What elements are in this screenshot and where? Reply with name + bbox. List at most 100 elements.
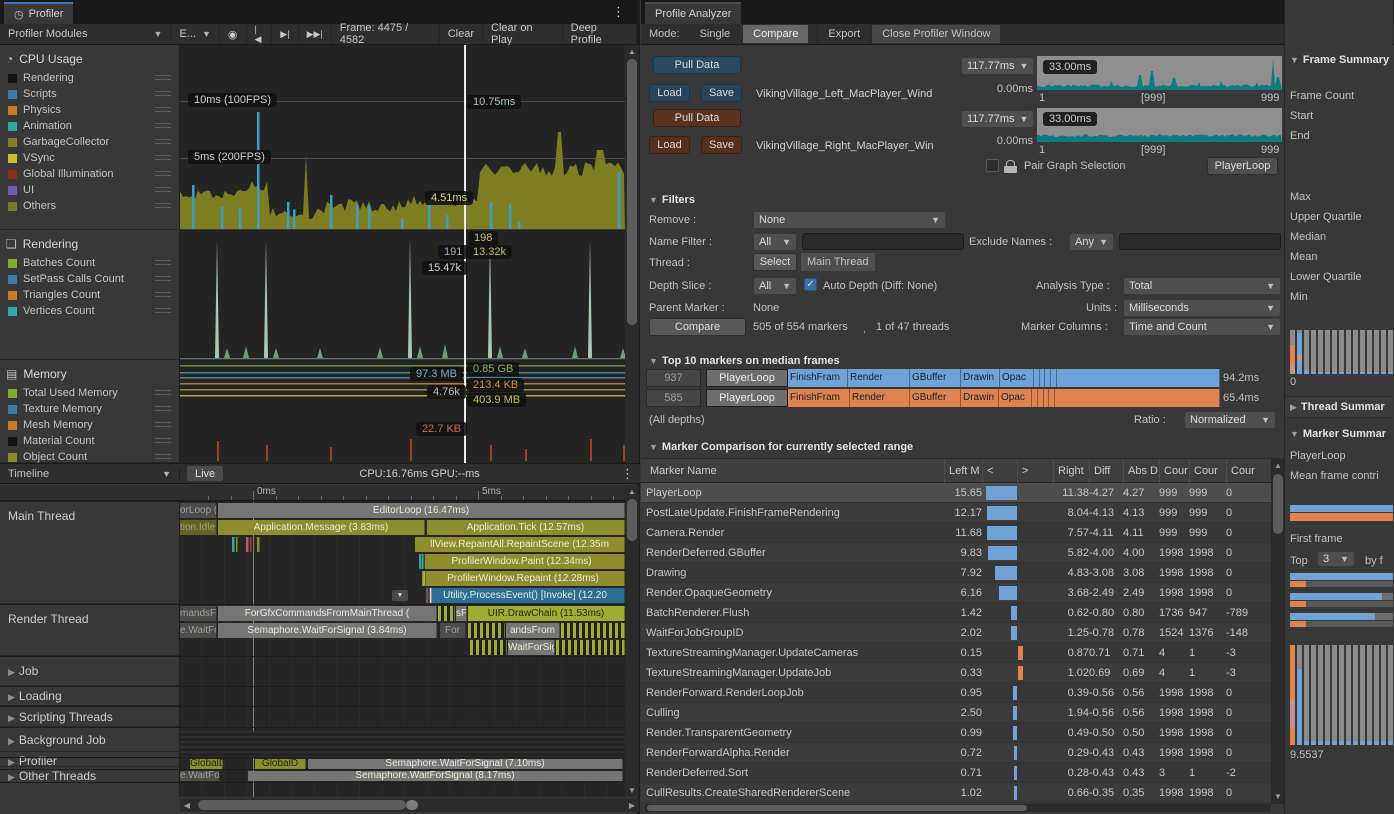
drag-handle-icon[interactable] bbox=[155, 123, 171, 128]
timeline-marker-bar[interactable]: Semaphore.WaitForSignal (8.17ms) bbox=[248, 771, 623, 781]
table-row[interactable]: Render.OpaqueGeometry6.163.68-2.492.4919… bbox=[641, 583, 1271, 603]
timeline-marker-bar[interactable]: tion.Idle (1 bbox=[180, 520, 217, 535]
table-row[interactable]: Culling2.501.94-0.560.56199819980 bbox=[641, 703, 1271, 723]
load-right-button[interactable]: Load bbox=[649, 136, 690, 154]
module-header[interactable]: ▤Memory bbox=[0, 360, 179, 385]
table-row[interactable]: PlayerLoop15.6511.38-4.274.279999990 bbox=[641, 483, 1271, 503]
drag-handle-icon[interactable] bbox=[155, 292, 171, 297]
legend-item[interactable]: Triangles Count bbox=[0, 287, 179, 303]
drag-handle-icon[interactable] bbox=[155, 187, 171, 192]
timeline-marker-bar[interactable] bbox=[427, 588, 429, 603]
scroll-right-icon[interactable]: ▶ bbox=[625, 801, 639, 810]
timeline-marker-bar[interactable]: GlobalD bbox=[255, 759, 306, 769]
ratio-dropdown[interactable]: Normalized▼ bbox=[1184, 411, 1276, 429]
timeline-marker-bar[interactable] bbox=[561, 623, 625, 638]
top10-segment[interactable]: GBuffer bbox=[910, 389, 961, 407]
target-dropdown[interactable]: E...▼ bbox=[171, 24, 219, 44]
timeline-marker-bar[interactable] bbox=[423, 571, 426, 586]
dataset-left-max-dropdown[interactable]: 117.77ms▼ bbox=[961, 57, 1034, 75]
drag-handle-icon[interactable] bbox=[155, 454, 171, 459]
timeline-marker-bar[interactable] bbox=[423, 554, 425, 569]
scroll-left-icon[interactable]: ◀ bbox=[180, 801, 194, 810]
drag-handle-icon[interactable] bbox=[155, 260, 171, 265]
table-row[interactable]: CullResults.CreateSharedRendererScene1.0… bbox=[641, 783, 1271, 803]
fold-arrow-icon[interactable]: ▶ bbox=[8, 736, 15, 746]
table-row[interactable]: RenderDeferred.Sort0.710.28-0.430.4331-2 bbox=[641, 763, 1271, 783]
profiler-charts[interactable]: 10ms (100FPS) 5ms (200FPS) 10.75ms4.51ms… bbox=[180, 45, 625, 463]
charts-scrollbar-thumb[interactable] bbox=[627, 59, 637, 325]
legend-item[interactable]: GarbageCollector bbox=[0, 134, 179, 150]
column-header-7[interactable]: Cour bbox=[1159, 459, 1189, 483]
rendering-chart[interactable]: 19819113.32k15.47k bbox=[180, 231, 625, 360]
legend-item[interactable]: Vertices Count bbox=[0, 303, 179, 319]
scroll-down-icon[interactable]: ▼ bbox=[625, 786, 639, 795]
playerloop-selection-button[interactable]: PlayerLoop bbox=[1207, 157, 1278, 175]
column-header-9[interactable]: Cour bbox=[1226, 459, 1263, 483]
timeline-area[interactable]: 0ms5ms orLoop (1.6EditorLoop (16.47ms)ti… bbox=[0, 485, 625, 797]
save-left-button[interactable]: Save bbox=[701, 84, 742, 102]
scroll-up-icon[interactable]: ▲ bbox=[625, 487, 639, 496]
legend-item[interactable]: Scripts bbox=[0, 86, 179, 102]
table-row[interactable]: RenderDeferred.GBuffer9.835.82-4.004.001… bbox=[641, 543, 1271, 563]
live-button[interactable]: Live bbox=[186, 465, 224, 482]
legend-item[interactable]: Global Illumination bbox=[0, 166, 179, 182]
drag-handle-icon[interactable] bbox=[155, 75, 171, 80]
thread-row-profiler[interactable]: ▶Profiler bbox=[0, 752, 179, 767]
drag-handle-icon[interactable] bbox=[155, 203, 171, 208]
marker-table-hscrollbar-thumb[interactable] bbox=[647, 805, 1027, 811]
name-filter-dropdown[interactable]: All▼ bbox=[753, 233, 797, 251]
mode-single-button[interactable]: Single bbox=[688, 24, 743, 44]
dataset-right-max-dropdown[interactable]: 117.77ms▼ bbox=[961, 110, 1034, 128]
timeline-marker-bar[interactable]: ForGfxCommandsFromMainThread ( bbox=[218, 606, 437, 621]
timeline-marker-bar[interactable]: e.WaitForSigna bbox=[180, 623, 217, 638]
close-profiler-window-button[interactable]: Close Profiler Window bbox=[871, 24, 1001, 44]
record-button[interactable]: ◉ bbox=[220, 24, 247, 44]
pair-graph-checkbox[interactable] bbox=[986, 159, 999, 172]
timeline-ruler[interactable]: 0ms5ms bbox=[0, 485, 625, 501]
timeline-marker-bar[interactable]: Semaphore.WaitForSignal (7.10ms) bbox=[308, 759, 623, 769]
table-row[interactable]: TextureStreamingManager.UpdateCameras0.1… bbox=[641, 643, 1271, 663]
timeline-marker-bar[interactable] bbox=[419, 554, 422, 569]
column-header-4[interactable]: Right bbox=[1053, 459, 1089, 483]
top10-segment[interactable]: Render bbox=[848, 369, 910, 387]
pull-data-right-button[interactable]: Pull Data bbox=[653, 109, 741, 127]
auto-depth-checkbox[interactable]: ✓ bbox=[804, 278, 817, 291]
drag-handle-icon[interactable] bbox=[155, 308, 171, 313]
legend-item[interactable]: Texture Memory bbox=[0, 401, 179, 417]
thread-summary-header[interactable]: ▶Thread Summar bbox=[1285, 396, 1393, 418]
top-n-dropdown[interactable]: 3▼ bbox=[1317, 551, 1355, 567]
top10-segment[interactable]: Render bbox=[850, 389, 910, 407]
top10-playerloop-box[interactable]: PlayerLoop bbox=[706, 369, 788, 387]
drag-handle-icon[interactable] bbox=[155, 139, 171, 144]
module-header[interactable]: ❏Rendering bbox=[0, 230, 179, 255]
drag-handle-icon[interactable] bbox=[155, 155, 171, 160]
analysis-type-dropdown[interactable]: Total▼ bbox=[1123, 277, 1281, 295]
timeline-marker-bar[interactable]: llView.RepaintAll.RepaintScene (12.35m bbox=[415, 537, 625, 552]
scroll-up-icon[interactable]: ▲ bbox=[1271, 461, 1285, 470]
timeline-marker-bar[interactable] bbox=[246, 537, 249, 552]
top10-segment[interactable]: GBuffer bbox=[910, 369, 961, 387]
timeline-marker-bar[interactable] bbox=[556, 640, 625, 655]
timeline-marker-bar[interactable] bbox=[236, 537, 238, 552]
thread-row-render-thread[interactable]: Render Thread bbox=[0, 604, 179, 656]
timeline-hscrollbar-cap[interactable] bbox=[406, 800, 418, 810]
timeline-marker-bar[interactable]: sF bbox=[456, 606, 467, 621]
column-header-2[interactable]: < bbox=[982, 459, 1017, 483]
load-left-button[interactable]: Load bbox=[649, 84, 690, 102]
top10-segment[interactable]: FinishFram bbox=[788, 389, 850, 407]
scroll-down-icon[interactable]: ▼ bbox=[1271, 792, 1285, 801]
top10-segment[interactable] bbox=[1055, 389, 1220, 407]
last-frame-button[interactable]: ▶▶| bbox=[299, 24, 332, 44]
timeline-marker-bar[interactable]: WaitForSig bbox=[508, 640, 555, 655]
table-row[interactable]: PostLateUpdate.FinishFrameRendering12.17… bbox=[641, 503, 1271, 523]
timeline-hscrollbar[interactable]: ◀ ▶ bbox=[180, 798, 639, 812]
thread-row-background-job[interactable]: ▶Background Job bbox=[0, 727, 179, 752]
table-row[interactable]: Camera.Render11.687.57-4.114.119999990 bbox=[641, 523, 1271, 543]
pull-data-left-button[interactable]: Pull Data bbox=[653, 56, 741, 74]
charts-scrollbar[interactable]: ▲ bbox=[625, 45, 639, 463]
timeline-marker-bar[interactable]: e.WaitForSigna bbox=[180, 771, 220, 781]
top10-segment[interactable]: Opac bbox=[999, 389, 1032, 407]
top10-segment[interactable] bbox=[1057, 369, 1220, 387]
timeline-marker-bar[interactable] bbox=[250, 537, 252, 552]
exclude-names-input[interactable] bbox=[1119, 233, 1281, 250]
